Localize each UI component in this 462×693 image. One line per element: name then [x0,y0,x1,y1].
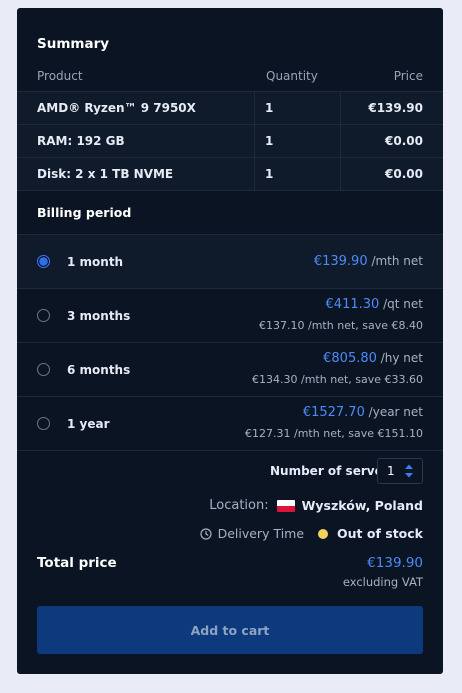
billing-option-price: €1527.70 /year net [303,405,423,420]
billing-option-6-months[interactable]: 6 months €805.80 /hy net €134.30 /mth ne… [17,342,443,396]
column-divider [254,125,255,157]
table-row: AMD® Ryzen™ 9 7950X 1 €139.90 [17,92,443,125]
location-value: Wyszków, Poland [301,498,423,513]
vat-note: excluding VAT [342,575,423,589]
row-product: AMD® Ryzen™ 9 7950X [37,101,196,115]
billing-option-1-year[interactable]: 1 year €1527.70 /year net €127.31 /mth n… [17,396,443,450]
row-product: Disk: 2 x 1 TB NVME [37,167,174,181]
billing-option-savings: €127.31 /mth net, save €151.10 [245,427,423,440]
location-info: Location: Wyszków, Poland [209,498,423,513]
billing-option-savings: €137.10 /mth net, save €8.40 [259,319,423,332]
servers-quantity-value: 1 [387,464,395,478]
billing-option-savings: €134.30 /mth net, save €33.60 [252,373,423,386]
up-down-chevron-icon[interactable] [404,463,414,479]
option-price-unit: /qt net [383,297,423,311]
option-price-unit: /year net [368,405,423,419]
billing-period-title: Billing period [37,205,132,220]
row-quantity: 1 [265,134,274,148]
option-price-value: €805.80 [323,351,377,366]
header-price: Price [393,69,423,83]
option-price-unit: /hy net [380,351,423,365]
summary-title: Summary [37,36,110,52]
total-price-label: Total price [37,555,117,571]
row-quantity: 1 [265,167,274,181]
column-divider [340,125,341,157]
billing-option-label: 6 months [67,363,131,377]
option-price-value: €411.30 [325,297,380,312]
column-divider [254,158,255,190]
billing-option-price: €805.80 /hy net [323,351,423,366]
table-header: Product Quantity Price [17,58,443,92]
billing-option-1-month[interactable]: 1 month €139.90 /mth net [17,234,443,288]
row-price: €139.90 [368,101,423,115]
column-divider [340,158,341,190]
row-price: €0.00 [385,134,423,148]
clock-icon [199,527,212,540]
add-to-cart-button[interactable]: Add to cart [37,606,423,654]
total-price-value: €139.90 [367,555,423,571]
column-divider [254,92,255,124]
option-price-value: €139.90 [313,254,368,269]
delivery-info: Delivery Time Out of stock [199,526,423,541]
header-quantity: Quantity [266,69,318,83]
table-row: Disk: 2 x 1 TB NVME 1 €0.00 [17,158,443,191]
radio-button[interactable] [37,417,50,430]
radio-button[interactable] [37,309,50,322]
billing-option-price: €139.90 /mth net [314,254,423,269]
row-quantity: 1 [265,101,274,115]
radio-button-selected[interactable] [37,255,50,268]
stock-status-dot [318,528,329,539]
billing-option-label: 3 months [67,309,131,323]
option-price-unit: /mth net [371,254,423,268]
poland-flag-icon [276,499,295,512]
column-divider [340,92,341,124]
section-divider [17,450,443,451]
row-price: €0.00 [385,167,423,181]
billing-option-price: €411.30 /qt net [326,297,423,312]
table-row: RAM: 192 GB 1 €0.00 [17,125,443,158]
location-label: Location: [209,498,269,513]
option-price-value: €1527.70 [302,405,365,420]
stock-status: Out of stock [337,526,423,541]
billing-option-3-months[interactable]: 3 months €411.30 /qt net €137.10 /mth ne… [17,288,443,342]
header-product: Product [37,69,83,83]
radio-button[interactable] [37,363,50,376]
delivery-time-label: Delivery Time [217,526,305,541]
billing-option-label: 1 month [67,255,124,269]
servers-quantity-stepper[interactable]: 1 [377,458,423,484]
order-summary-card: Summary Product Quantity Price AMD® Ryze… [17,8,443,674]
billing-option-label: 1 year [67,417,110,431]
row-product: RAM: 192 GB [37,134,125,148]
